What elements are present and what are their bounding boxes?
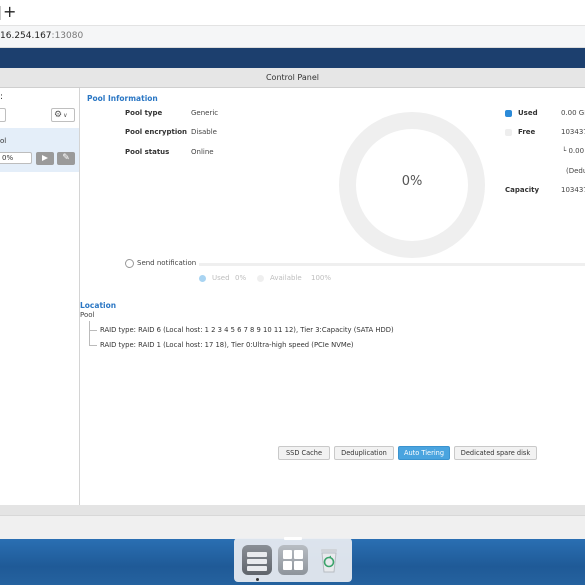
used-bar-legend-value: 0%	[235, 274, 247, 282]
used-bar-legend-label: Used	[212, 274, 230, 282]
storage-manager-icon[interactable]	[242, 545, 272, 575]
used-legend-value: 0.00 GB	[561, 109, 585, 117]
pool-list-item-label: ol	[0, 137, 7, 145]
available-bar-legend-swatch	[257, 275, 264, 282]
tab-separator	[0, 6, 1, 20]
pool-information-title: Pool Information	[87, 94, 158, 103]
pool-encryption-value: Disable	[191, 128, 217, 136]
left-panel-heading: :	[0, 92, 4, 102]
auto-tiering-button[interactable]: Auto Tiering	[398, 446, 450, 460]
pencil-icon[interactable]: ✎	[57, 152, 75, 165]
send-notification-checkbox[interactable]	[125, 259, 134, 268]
used-legend-swatch	[505, 110, 512, 117]
pool-usage-progress: 0%	[0, 152, 32, 164]
window-title: Control Panel	[265, 73, 320, 82]
grid-square-4	[294, 561, 303, 570]
pool-status-value: Online	[191, 148, 214, 156]
deduplication-button[interactable]: Deduplication	[334, 446, 394, 460]
window-title-bar[interactable]: Control Panel	[0, 68, 585, 88]
grid-square-3	[283, 561, 292, 570]
pool-type-label: Pool type	[125, 109, 163, 117]
storage-row-1	[247, 552, 267, 557]
capacity-value: 103437	[561, 186, 585, 194]
usage-donut-chart: 0%	[339, 112, 485, 258]
address-bar[interactable]: 16.254.167:13080	[0, 26, 585, 48]
dedicated-spare-disk-button[interactable]: Dedicated spare disk	[454, 446, 537, 460]
free-legend-label: Free	[518, 128, 536, 136]
recycle-bin-graphic	[321, 549, 337, 573]
browser-tab-bar: +	[0, 0, 585, 26]
chevron-down-icon: ∨	[63, 112, 68, 119]
usage-percent: 0%	[401, 174, 423, 189]
grid-square-2	[294, 550, 303, 559]
new-tab-button[interactable]: +	[3, 3, 16, 21]
pool-type-value: Generic	[191, 109, 219, 117]
left-panel-filter-box[interactable]	[0, 108, 6, 122]
active-app-dot	[256, 578, 259, 581]
capacity-label: Capacity	[505, 186, 540, 194]
window-body	[0, 88, 585, 505]
url-port: :13080	[51, 31, 84, 41]
available-bar-legend-value: 100%	[311, 274, 332, 282]
location-title: Location	[80, 301, 117, 310]
send-notification-label: Send notification	[137, 259, 197, 267]
dedup-sub-value: (Dedu	[566, 167, 585, 175]
notification-threshold-bar[interactable]	[199, 263, 585, 266]
free-legend-value: 103437	[561, 128, 585, 136]
left-panel: : ⚙∨ ol 0% ✎	[0, 88, 80, 505]
pool-status-label: Pool status	[125, 148, 170, 156]
free-sub-value: └ 0.00 (	[562, 147, 585, 155]
tree-connector-1	[89, 330, 97, 331]
free-legend-swatch	[505, 129, 512, 136]
gear-icon: ⚙	[54, 110, 63, 120]
storage-row-2	[247, 559, 267, 564]
play-icon[interactable]	[36, 152, 54, 165]
settings-dropdown[interactable]: ⚙∨	[51, 108, 75, 122]
available-bar-legend-label: Available	[270, 274, 302, 282]
tree-connector-vertical	[89, 321, 90, 345]
location-item-raid6[interactable]: RAID type: RAID 6 (Local host: 1 2 3 4 5…	[100, 326, 394, 334]
pool-list-item[interactable]: ol 0% ✎	[0, 128, 79, 172]
url-host: 16.254.167	[0, 31, 52, 41]
recycle-bin-icon[interactable]	[314, 545, 344, 575]
url-text[interactable]: 16.254.167:13080	[0, 31, 83, 41]
storage-row-3	[247, 566, 267, 571]
used-bar-legend-swatch	[199, 275, 206, 282]
location-root: Pool	[80, 311, 95, 319]
main-menu-icon[interactable]	[278, 545, 308, 575]
ssd-cache-button[interactable]: SSD Cache	[278, 446, 330, 460]
used-legend-label: Used	[518, 109, 538, 117]
pool-encryption-label: Pool encryption	[125, 128, 188, 136]
window-status-bar	[0, 515, 585, 539]
grid-square-1	[283, 550, 292, 559]
location-item-raid1[interactable]: RAID type: RAID 1 (Local host: 17 18), T…	[100, 341, 354, 349]
app-header	[0, 48, 585, 68]
window-footer	[0, 505, 585, 515]
tree-connector-2	[89, 345, 97, 346]
dock-indicator	[284, 537, 302, 540]
